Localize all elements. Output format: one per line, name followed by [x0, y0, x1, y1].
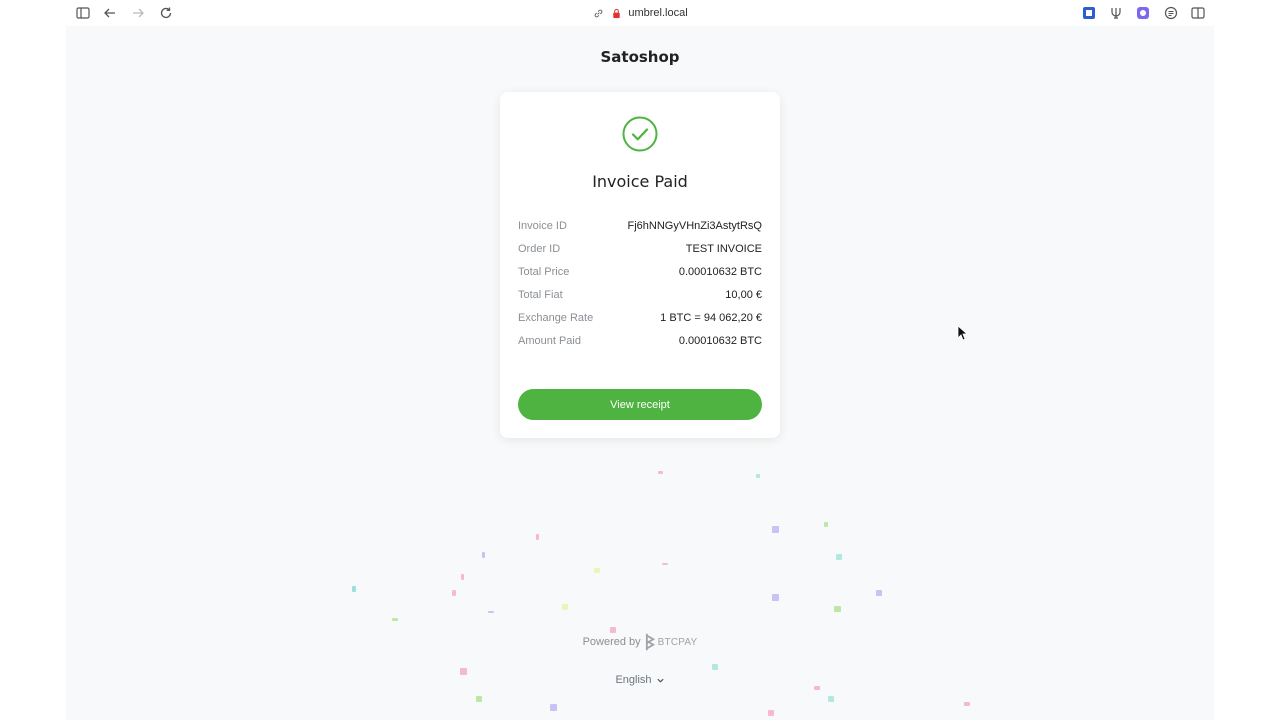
confetti-piece	[768, 710, 774, 716]
confetti-piece	[452, 590, 456, 596]
detail-value: TEST INVOICE	[685, 242, 762, 255]
extension-purple-icon[interactable]	[1134, 4, 1152, 22]
extension-icon[interactable]	[1080, 4, 1098, 22]
detail-value: 0.00010632 BTC	[678, 265, 762, 278]
detail-value: 10,00 €	[725, 288, 762, 301]
confetti-piece	[834, 606, 841, 612]
confetti-piece	[824, 522, 828, 527]
chevron-down-icon	[656, 678, 664, 683]
detail-row-total-fiat: Total Fiat 10,00 €	[518, 283, 762, 306]
detail-row-total-price: Total Price 0.00010632 BTC	[518, 260, 762, 283]
confetti-piece	[658, 471, 663, 474]
detail-value: Fj6hNNGyVHnZi3AstytRsQ	[627, 219, 762, 232]
detail-row-amount-paid: Amount Paid 0.00010632 BTC	[518, 329, 762, 352]
detail-label: Amount Paid	[518, 334, 581, 347]
link-icon	[592, 7, 604, 19]
confetti-piece	[461, 574, 464, 580]
lock-icon	[610, 7, 622, 19]
confetti-piece	[550, 704, 557, 711]
detail-label: Order ID	[518, 242, 561, 255]
language-label: English	[615, 674, 652, 686]
detail-label: Invoice ID	[518, 219, 567, 232]
confetti-piece	[964, 702, 970, 706]
reader-icon[interactable]	[1162, 4, 1180, 22]
confetti-piece	[476, 696, 482, 702]
language-selector[interactable]: English	[66, 674, 1214, 686]
confetti-piece	[536, 534, 539, 540]
detail-row-order-id: Order ID TEST INVOICE	[518, 237, 762, 260]
confetti-piece	[392, 618, 398, 621]
btcpay-logo-icon[interactable]: BTCPAY	[645, 632, 698, 652]
view-receipt-button[interactable]: View receipt	[518, 389, 762, 420]
confetti-piece	[562, 604, 568, 610]
invoice-details: Invoice ID Fj6hNNGyVHnZi3AstytRsQ Order …	[518, 214, 762, 352]
detail-value: 0.00010632 BTC	[678, 334, 762, 347]
invoice-status-title: Invoice Paid	[592, 172, 688, 191]
confetti-piece	[756, 474, 760, 478]
brand-name: BTCPAY	[657, 636, 698, 648]
detail-row-invoice-id: Invoice ID Fj6hNNGyVHnZi3AstytRsQ	[518, 214, 762, 237]
confetti-piece	[594, 568, 600, 573]
detail-label: Total Price	[518, 265, 570, 278]
powered-by-label: Powered by	[582, 636, 641, 648]
detail-row-exchange-rate: Exchange Rate 1 BTC = 94 062,20 €	[518, 306, 762, 329]
confetti-piece	[662, 563, 668, 565]
address-bar[interactable]: umbrel.local	[66, 4, 1214, 22]
split-view-icon[interactable]	[1189, 4, 1207, 22]
confetti-piece	[836, 554, 842, 560]
detail-value: 1 BTC = 94 062,20 €	[660, 311, 762, 324]
browser-toolbar: umbrel.local	[66, 0, 1214, 26]
powered-by: Powered by BTCPAY	[66, 632, 1214, 652]
mouse-cursor-icon	[957, 325, 967, 341]
confetti-piece	[772, 594, 779, 601]
confetti-piece	[352, 586, 356, 592]
confetti-piece	[712, 664, 718, 670]
store-title: Satoshop	[600, 48, 680, 66]
fork-icon[interactable]	[1107, 4, 1125, 22]
confetti-piece	[488, 611, 494, 613]
check-circle-icon	[622, 116, 658, 152]
checkout-page: Satoshop Invoice Paid Invoice ID Fj6hNNG…	[66, 26, 1214, 720]
detail-label: Exchange Rate	[518, 311, 594, 324]
confetti-piece	[814, 686, 820, 690]
confetti-piece	[482, 552, 485, 558]
url-text: umbrel.local	[628, 7, 688, 19]
confetti-piece	[828, 696, 834, 702]
confetti-piece	[876, 590, 882, 596]
invoice-card: Invoice Paid Invoice ID Fj6hNNGyVHnZi3As…	[500, 92, 780, 438]
detail-label: Total Fiat	[518, 288, 563, 301]
confetti-piece	[772, 526, 779, 533]
